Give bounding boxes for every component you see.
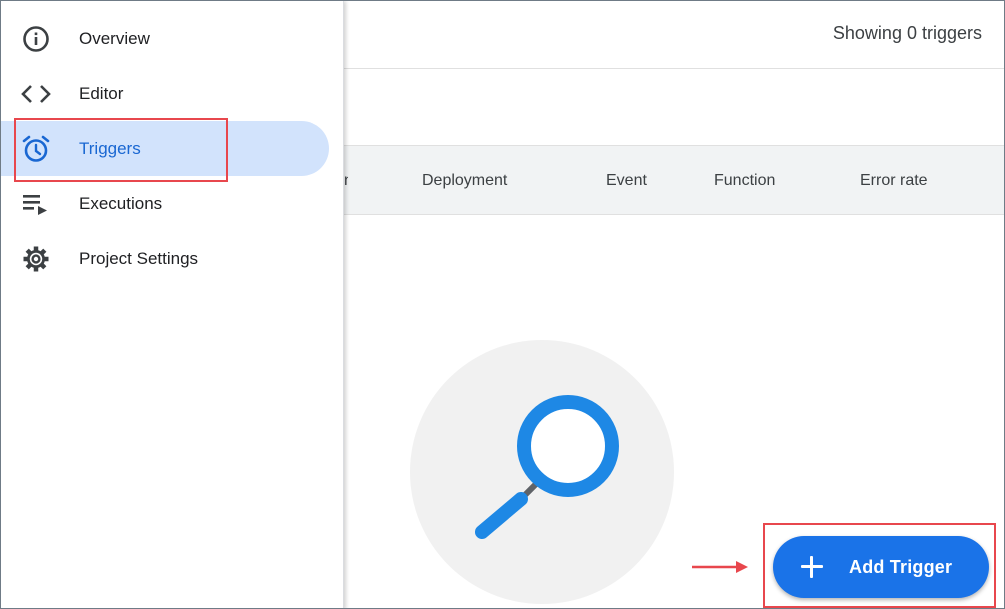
sidebar-item-editor[interactable]: Editor: [1, 66, 329, 121]
column-header-error-rate[interactable]: Error rate: [860, 172, 928, 190]
sidebar-item-label: Editor: [79, 83, 124, 103]
sidebar-item-label: Executions: [79, 193, 163, 213]
trigger-count: Showing 0 triggers: [832, 23, 982, 43]
triggers-header: Showing 0 triggers: [344, 1, 1004, 69]
app-window: Showing 0 triggers n Deployment Event Fu…: [0, 0, 1005, 609]
sidebar-item-executions[interactable]: Executions: [1, 176, 329, 231]
sidebar-item-project-settings[interactable]: Project Settings: [1, 231, 329, 286]
magnifier-icon: [475, 395, 619, 539]
column-header-owner[interactable]: n: [344, 172, 348, 190]
sidebar-item-overview[interactable]: Overview: [1, 11, 329, 66]
triggers-highlight: [14, 118, 228, 182]
sidebar-item-label: Project Settings: [79, 248, 199, 268]
playlist-play-icon: [21, 189, 51, 219]
add-trigger-label: Add Trigger: [849, 556, 953, 577]
triggers-main: Showing 0 triggers n Deployment Event Fu…: [344, 1, 1004, 608]
code-icon: [21, 79, 51, 109]
triggers-table-header: n Deployment Event Function Error rate: [344, 145, 1004, 215]
gear-icon: [21, 244, 51, 274]
info-icon: [21, 24, 51, 54]
pointer-arrow-icon: [692, 561, 748, 573]
column-header-function[interactable]: Function: [714, 172, 775, 190]
add-trigger-button[interactable]: Add Trigger: [773, 536, 989, 598]
sidebar-item-label: Overview: [79, 28, 150, 48]
sidebar: Overview Editor Triggers Executions Proj…: [1, 1, 344, 608]
plus-icon: [801, 556, 823, 578]
column-header-deployment[interactable]: Deployment: [422, 172, 507, 190]
column-header-event[interactable]: Event: [606, 172, 647, 190]
